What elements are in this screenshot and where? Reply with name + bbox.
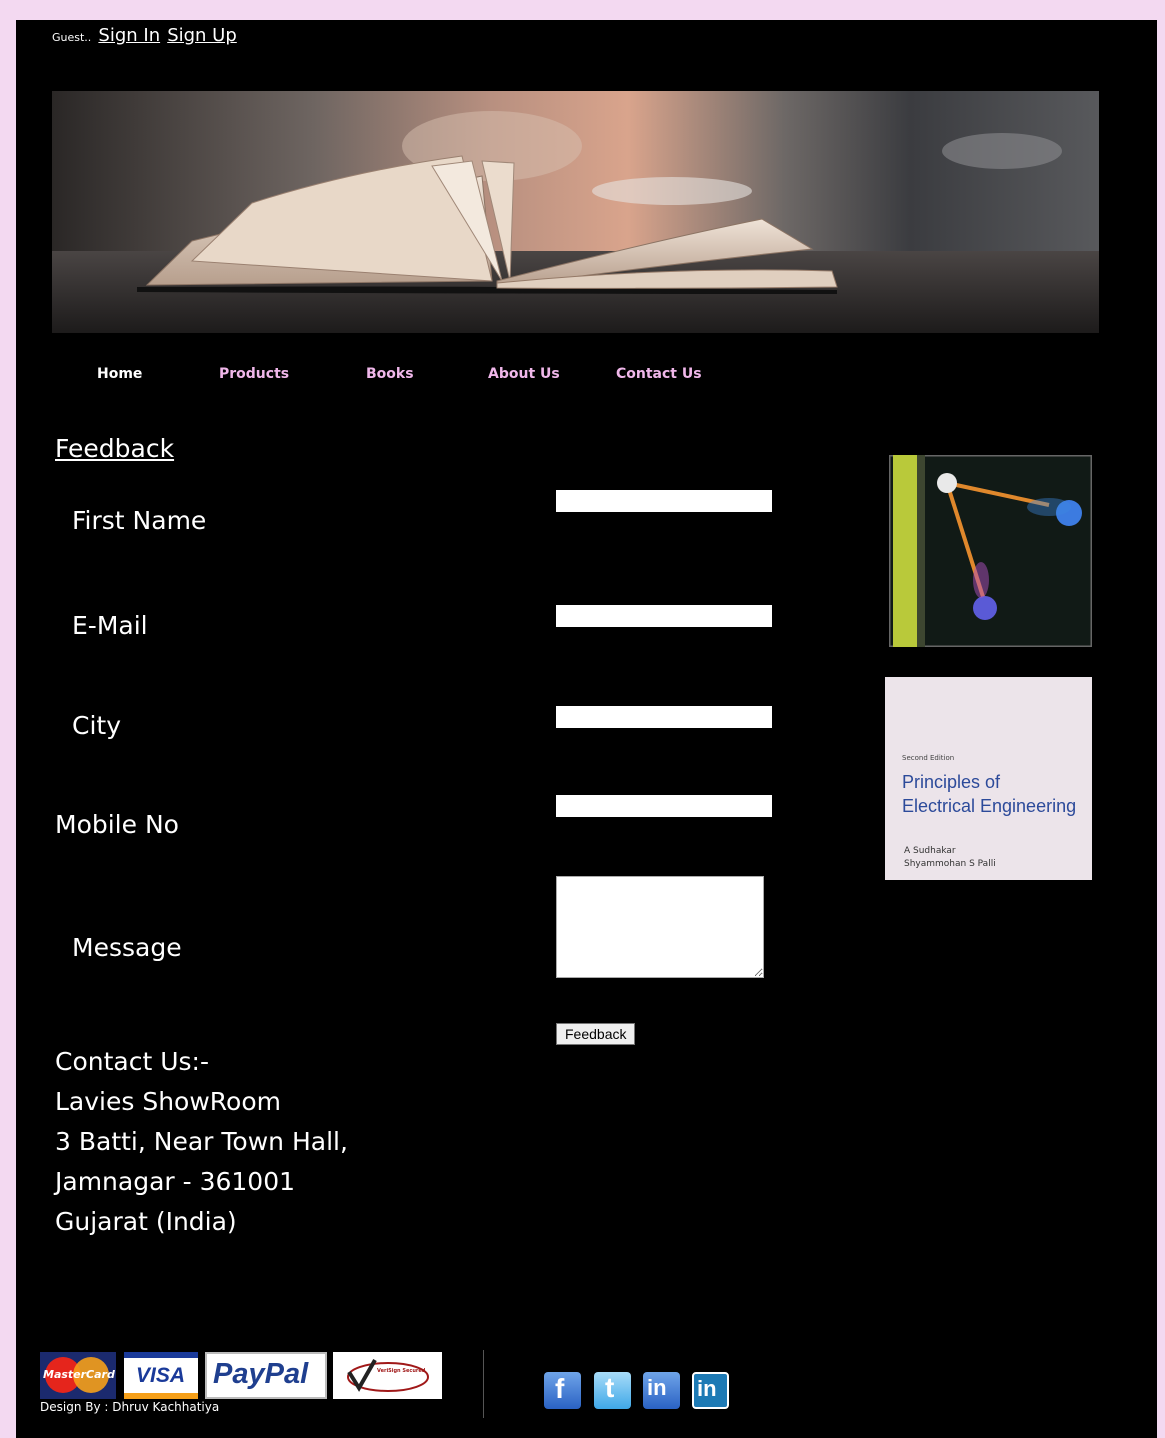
- mastercard-text: MasterCard: [43, 1368, 115, 1381]
- verisign-check-icon: [347, 1359, 429, 1392]
- sign-in-link[interactable]: Sign In: [98, 25, 160, 46]
- book-cover-physics-image: [889, 455, 1092, 647]
- email-input[interactable]: [556, 605, 772, 627]
- facebook-glyph: f: [555, 1373, 565, 1404]
- visa-badge: VISA: [124, 1352, 198, 1399]
- contact-address: 3 Batti, Near Town Hall,: [55, 1127, 348, 1156]
- nav-contact-us[interactable]: Contact Us: [616, 366, 702, 382]
- nav-books[interactable]: Books: [366, 366, 414, 382]
- book-author-2: Shyammohan S Palli: [904, 859, 996, 869]
- verisign-text: VeriSign Secured: [377, 1368, 426, 1374]
- contact-showroom: Lavies ShowRoom: [55, 1087, 281, 1116]
- nav-products[interactable]: Products: [219, 366, 289, 382]
- page-container: Guest.. Sign In Sign Up Home Products Bo…: [16, 20, 1157, 1438]
- message-textarea[interactable]: [556, 876, 764, 978]
- sign-up-link[interactable]: Sign Up: [167, 25, 237, 46]
- email-label: E-Mail: [72, 611, 148, 640]
- nav-home[interactable]: Home: [97, 366, 142, 382]
- book-author-1: A Sudhakar: [904, 846, 956, 856]
- contact-city: Jamnagar - 361001: [55, 1167, 296, 1196]
- paypal-badge: PayPal: [205, 1352, 327, 1399]
- contact-heading: Contact Us:-: [55, 1047, 209, 1076]
- book-title-line1: Principles of: [902, 772, 1001, 792]
- book-title-line2: Electrical Engineering: [902, 796, 1077, 816]
- linkedin-glyph: in: [647, 1375, 667, 1400]
- account-bar: Guest.. Sign In Sign Up: [52, 25, 237, 46]
- feedback-submit-button[interactable]: Feedback: [556, 1023, 636, 1045]
- banner-image: [52, 91, 1099, 333]
- mobile-input[interactable]: [556, 795, 772, 817]
- design-by-credit: Design By : Dhruv Kachhatiya: [40, 1400, 220, 1414]
- first-name-input[interactable]: [556, 490, 772, 512]
- city-input[interactable]: [556, 706, 772, 728]
- visa-text: VISA: [136, 1364, 186, 1387]
- city-label: City: [72, 711, 121, 740]
- book-cover-electrical-engineering: Second Edition Principles of Electrical …: [885, 677, 1092, 880]
- mobile-label: Mobile No: [55, 810, 179, 839]
- feedback-heading: Feedback: [55, 434, 175, 463]
- linkedin-square-icon[interactable]: in: [692, 1372, 729, 1409]
- book-edition-text: Second Edition: [902, 754, 955, 762]
- mastercard-badge: MasterCard: [40, 1352, 116, 1399]
- paypal-text: PayPal: [213, 1358, 309, 1390]
- contact-state: Gujarat (India): [55, 1207, 237, 1236]
- linkedin-square-glyph: in: [697, 1376, 717, 1401]
- nav-about-us[interactable]: About Us: [488, 366, 560, 382]
- twitter-icon[interactable]: t: [594, 1372, 631, 1409]
- twitter-glyph: t: [605, 1372, 615, 1403]
- verisign-badge: VeriSign Secured: [333, 1352, 442, 1399]
- linkedin-icon[interactable]: in: [643, 1372, 680, 1409]
- footer-divider: [483, 1350, 484, 1418]
- facebook-icon[interactable]: f: [544, 1372, 581, 1409]
- message-label: Message: [72, 933, 182, 962]
- guest-label: Guest..: [52, 31, 92, 44]
- first-name-label: First Name: [72, 506, 207, 535]
